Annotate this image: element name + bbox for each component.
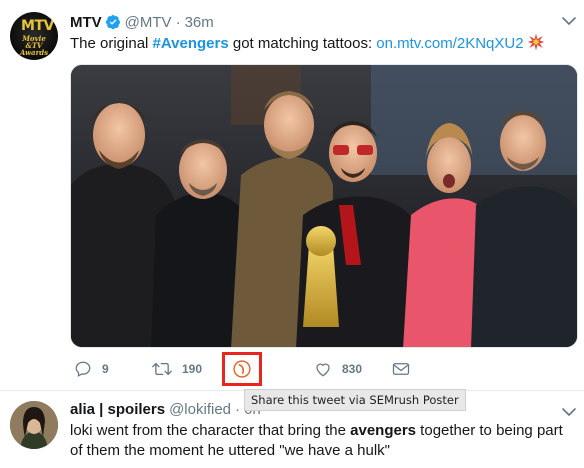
share-tooltip: Share this tweet via SEMrush Poster	[244, 389, 466, 411]
avatar-logo: MTV	[21, 18, 54, 34]
envelope-icon	[392, 363, 410, 375]
retweet-count: 190	[182, 362, 203, 376]
author-name[interactable]: alia | spoilers	[70, 401, 165, 418]
user-avatar[interactable]	[10, 401, 58, 449]
like-count: 830	[342, 362, 363, 376]
tweet-photo[interactable]	[70, 64, 578, 348]
retweet-button[interactable]: 190	[152, 356, 202, 382]
tweet-time[interactable]: 36m	[185, 14, 214, 31]
tweet-actions: 9 190 830	[70, 356, 510, 382]
heart-icon	[316, 363, 330, 377]
tweet-text-prefix: The original	[70, 35, 153, 52]
verified-badge-icon	[105, 15, 120, 30]
loki-avatar-image	[10, 401, 58, 449]
retweet-icon	[152, 362, 172, 376]
group-photo-image	[71, 65, 577, 347]
hashtag-link[interactable]: #Avengers	[153, 35, 229, 52]
separator-dot: ·	[175, 13, 181, 31]
tweet-text-middle: got matching tattoos:	[228, 35, 377, 52]
reply-button[interactable]: 9	[74, 356, 109, 382]
tweet-header: MTV @MTV · 36m	[70, 12, 214, 32]
reply-icon	[75, 361, 91, 377]
tweet-text-before: loki went from the character that bring …	[70, 422, 351, 439]
reply-count: 9	[102, 362, 109, 376]
author-handle[interactable]: @MTV	[125, 14, 172, 31]
avatar-line-3: Awards	[19, 48, 49, 57]
semrush-share-button[interactable]	[222, 352, 262, 386]
direct-message-button[interactable]	[392, 356, 410, 382]
tweet-text-bold: avengers	[350, 422, 417, 439]
author-handle[interactable]: @lokified	[169, 401, 231, 418]
tweet-text: loki went from the character that bring …	[70, 421, 570, 461]
chevron-down-icon[interactable]	[562, 16, 576, 26]
tweet-header: alia | spoilers @lokified · 6h	[70, 401, 261, 418]
url-link[interactable]: on.mtv.com/2KNqXU2	[376, 35, 523, 52]
author-name[interactable]: MTV	[70, 14, 102, 31]
semrush-icon	[233, 360, 251, 378]
like-button[interactable]: 830	[314, 356, 362, 382]
chevron-down-icon[interactable]	[562, 407, 576, 417]
tweet-text: The original #Avengers got matching tatt…	[70, 33, 545, 54]
mtv-avatar[interactable]: MTV Movie &TV Awards	[10, 12, 58, 60]
collision-emoji-icon	[527, 33, 544, 51]
separator-dot: ·	[235, 401, 240, 418]
tweet-mtv[interactable]: MTV Movie &TV Awards MTV @MTV · 36m The …	[0, 0, 584, 390]
